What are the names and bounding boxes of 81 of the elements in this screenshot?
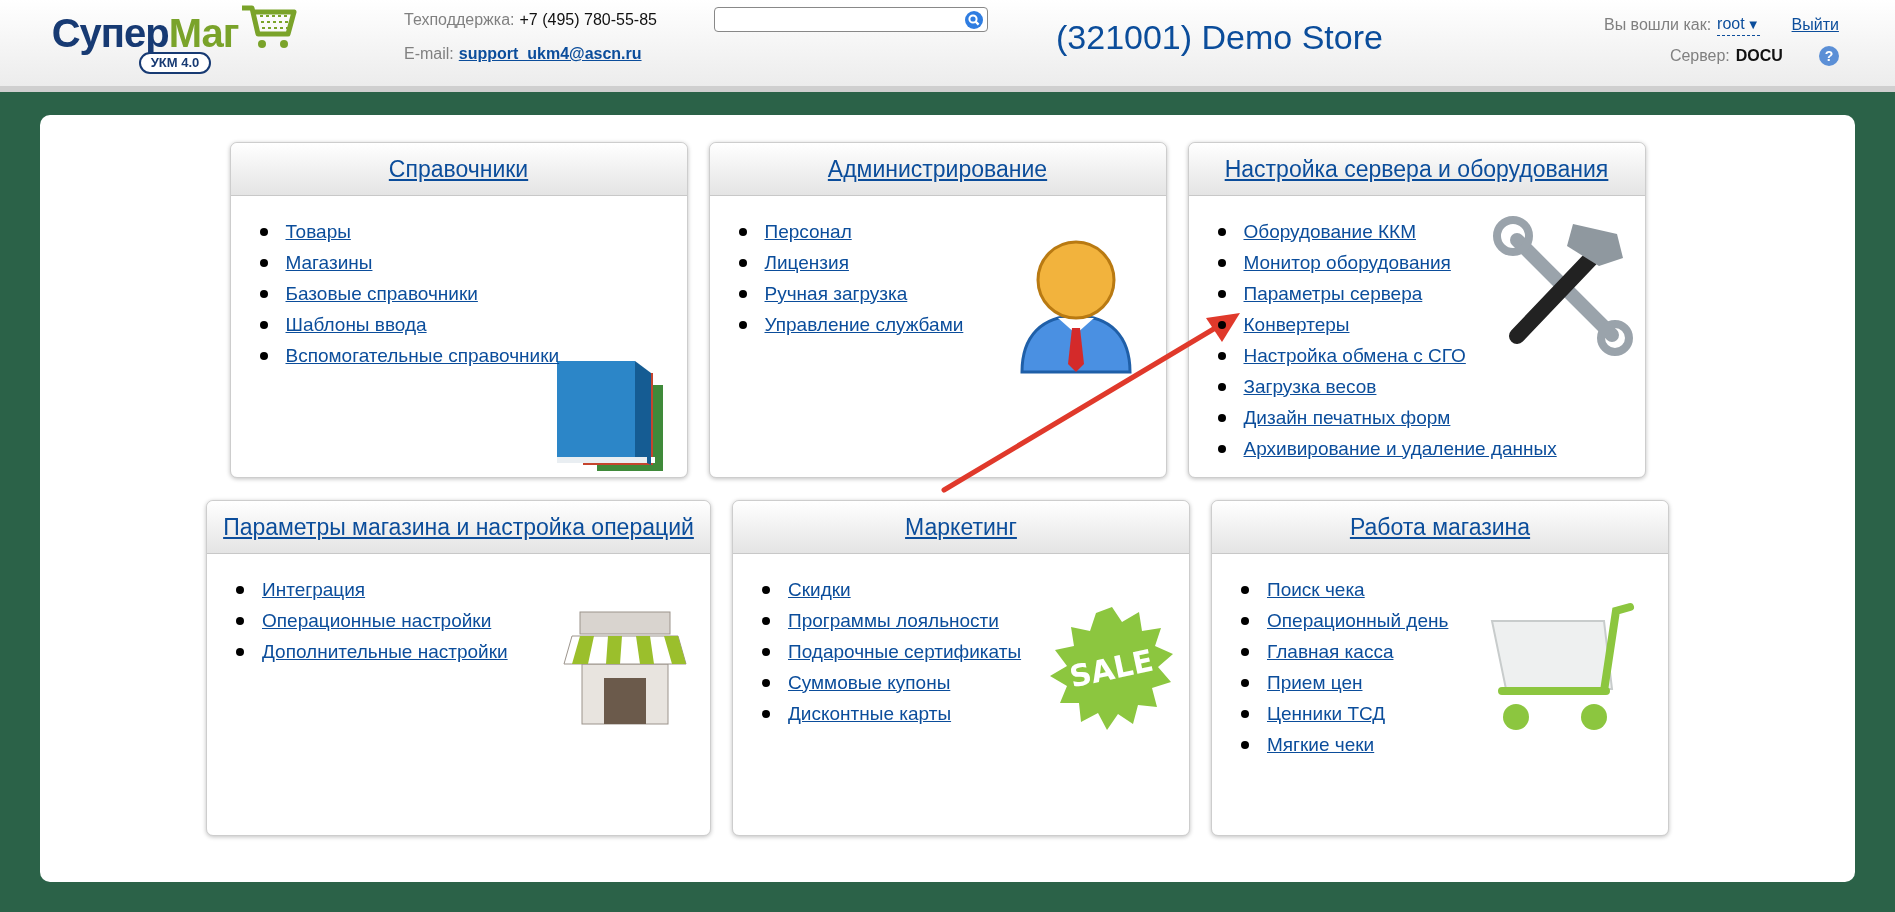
bullet-icon: [236, 647, 244, 656]
bullet-icon: [236, 585, 244, 594]
bullet-icon: [1217, 289, 1226, 298]
bullet-icon: [738, 289, 747, 298]
menu-link[interactable]: Параметры сервера: [1243, 282, 1423, 305]
section-title-link[interactable]: Работа магазина: [1349, 513, 1531, 541]
menu-link[interactable]: Прием цен: [1267, 671, 1363, 694]
bullet-icon: [1241, 740, 1249, 749]
cart-icon: [240, 4, 299, 50]
menu-link[interactable]: Монитор оборудования: [1243, 251, 1451, 274]
bullet-icon: [738, 320, 747, 329]
menu-link[interactable]: Дисконтные карты: [788, 702, 952, 725]
bullet-icon: [259, 258, 268, 267]
bullet-icon: [738, 258, 747, 267]
bullet-icon: [762, 678, 770, 687]
menu-link[interactable]: Суммовые купоны: [788, 671, 951, 694]
bullet-icon: [1241, 616, 1249, 625]
bullet-icon: [1241, 678, 1249, 687]
menu-link[interactable]: Операционный день: [1267, 609, 1449, 632]
bullet-icon: [1241, 709, 1249, 718]
menu-link[interactable]: Управление службами: [764, 313, 964, 336]
menu-link[interactable]: Операционные настройки: [262, 609, 492, 632]
menu-link[interactable]: Конвертеры: [1243, 313, 1350, 336]
email-link[interactable]: support_ukm4@ascn.ru: [458, 44, 642, 64]
section-title-link[interactable]: Параметры магазина и настройка операций: [223, 513, 694, 541]
menu-link[interactable]: Поиск чека: [1267, 578, 1365, 601]
menu-link[interactable]: Оборудование ККМ: [1243, 220, 1416, 243]
server-label: Сервер:: [1669, 46, 1730, 66]
menu-link[interactable]: Магазины: [285, 251, 373, 274]
bullet-icon: [259, 289, 268, 298]
bullet-icon: [259, 351, 268, 360]
section-title-link[interactable]: Администрирование: [827, 155, 1048, 183]
bullet-icon: [762, 647, 770, 656]
menu-link[interactable]: Главная касса: [1267, 640, 1394, 663]
bullet-icon: [1217, 413, 1226, 422]
menu-link[interactable]: Настройка обмена с СГО: [1243, 344, 1466, 367]
bullet-icon: [1217, 351, 1226, 360]
menu-link[interactable]: Загрузка весов: [1243, 375, 1377, 398]
bullet-icon: [236, 616, 244, 625]
bullet-icon: [762, 709, 770, 718]
menu-link[interactable]: Вспомогательные справочники: [285, 344, 560, 367]
menu-link[interactable]: Дополнительные настройки: [262, 640, 508, 663]
menu-link[interactable]: Дизайн печатных форм: [1243, 406, 1451, 429]
section-title-link[interactable]: Настройка сервера и оборудования: [1224, 155, 1609, 183]
bullet-icon: [1217, 444, 1226, 453]
support-label: Техподдержка:: [404, 10, 515, 30]
server-name: DOCU: [1735, 46, 1783, 66]
menu-link[interactable]: Лицензия: [764, 251, 849, 274]
bullet-icon: [1241, 585, 1249, 594]
support-phone: +7 (495) 780-55-85: [519, 10, 657, 30]
section-title-link[interactable]: Справочники: [388, 155, 529, 183]
section-title-link[interactable]: Маркетинг: [905, 513, 1017, 541]
store-title: (321001) Demo Store: [1056, 18, 1384, 57]
menu-link[interactable]: Подарочные сертификаты: [788, 640, 1022, 663]
bullet-icon: [1241, 647, 1249, 656]
bullet-icon: [1217, 258, 1226, 267]
bullet-icon: [1217, 382, 1226, 391]
menu-link[interactable]: Интеграция: [262, 578, 366, 601]
menu-link[interactable]: Шаблоны ввода: [285, 313, 427, 336]
bullet-icon: [738, 227, 747, 236]
menu-link[interactable]: Ценники ТСД: [1267, 702, 1386, 725]
menu-link[interactable]: Персонал: [764, 220, 852, 243]
bullet-icon: [1217, 227, 1226, 236]
version-badge: УКМ 4.0: [138, 52, 212, 74]
bullet-icon: [762, 585, 770, 594]
menu-link[interactable]: Товары: [285, 220, 351, 243]
menu-link[interactable]: Ручная загрузка: [764, 282, 908, 305]
user-menu-link[interactable]: root▼: [1717, 14, 1760, 36]
menu-link[interactable]: Программы лояльности: [788, 609, 999, 632]
bullet-icon: [259, 227, 268, 236]
search-icon[interactable]: [965, 10, 983, 29]
logout-link[interactable]: Выйти: [1791, 15, 1839, 35]
menu-link[interactable]: Базовые справочники: [285, 282, 478, 305]
bullet-icon: [762, 616, 770, 625]
search-field[interactable]: [714, 7, 988, 32]
menu-link[interactable]: Архивирование и удаление данных: [1243, 437, 1557, 460]
logged-in-label: Вы вошли как:: [1604, 15, 1712, 35]
menu-link[interactable]: Мягкие чеки: [1267, 733, 1375, 756]
bullet-icon: [259, 320, 268, 329]
menu-link[interactable]: Скидки: [788, 578, 851, 601]
email-label: E-mail:: [404, 44, 454, 64]
